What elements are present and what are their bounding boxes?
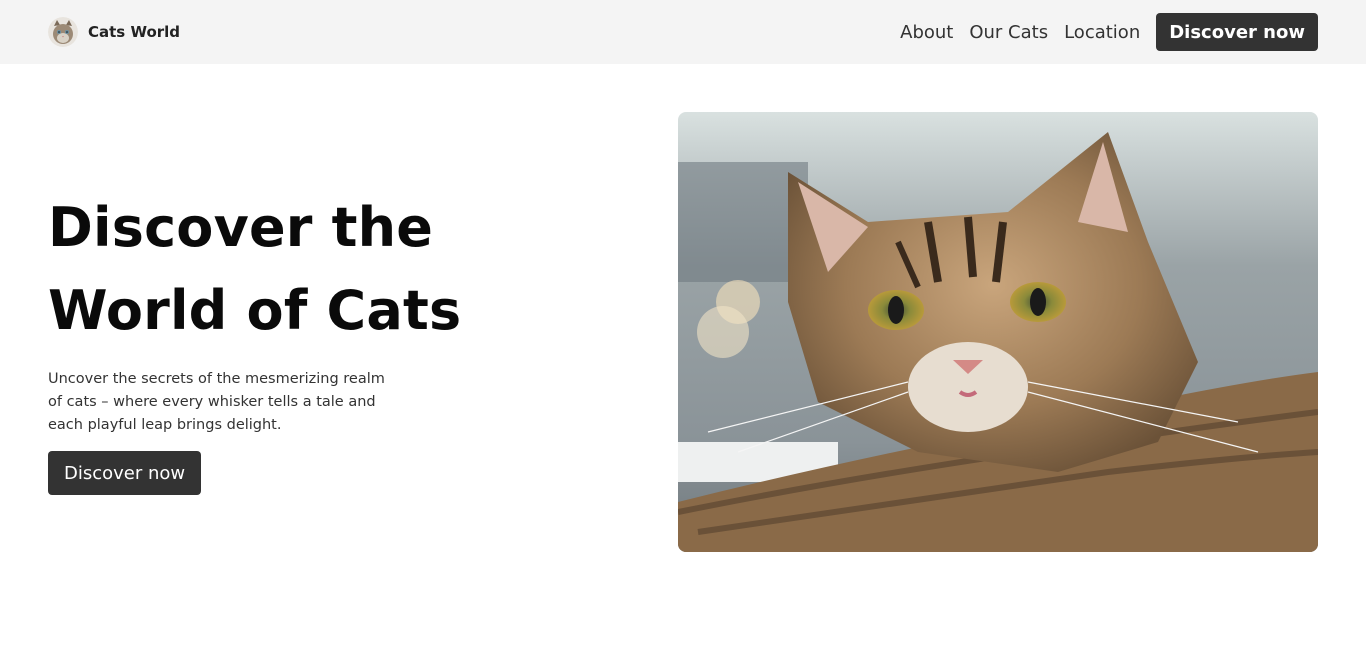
hero-subtitle: Uncover the secrets of the mesmerizing r… — [48, 371, 385, 433]
cat-logo-icon — [48, 17, 78, 47]
nav-link-about[interactable]: About — [900, 22, 953, 43]
hero-title: Discover the World of Cats — [48, 186, 468, 352]
nav-link-our-cats[interactable]: Our Cats — [969, 22, 1048, 43]
hero-title-line-1: Discover the — [48, 196, 434, 259]
nav-links: About Our Cats Location Discover now — [900, 13, 1318, 51]
brand-name: Cats World — [88, 23, 181, 41]
discover-now-hero-button[interactable]: Discover now — [48, 451, 202, 495]
hero-text: Discover the World of Cats Uncover the s… — [48, 186, 468, 495]
navbar: Cats World About Our Cats Location Disco… — [0, 0, 1366, 64]
cat-photo-image — [678, 112, 1318, 552]
nav-link-location[interactable]: Location — [1064, 22, 1140, 43]
hero-title-line-2: World of Cats — [48, 279, 462, 342]
brand-link[interactable]: Cats World — [48, 16, 180, 48]
discover-now-nav-button[interactable]: Discover now — [1156, 13, 1318, 51]
